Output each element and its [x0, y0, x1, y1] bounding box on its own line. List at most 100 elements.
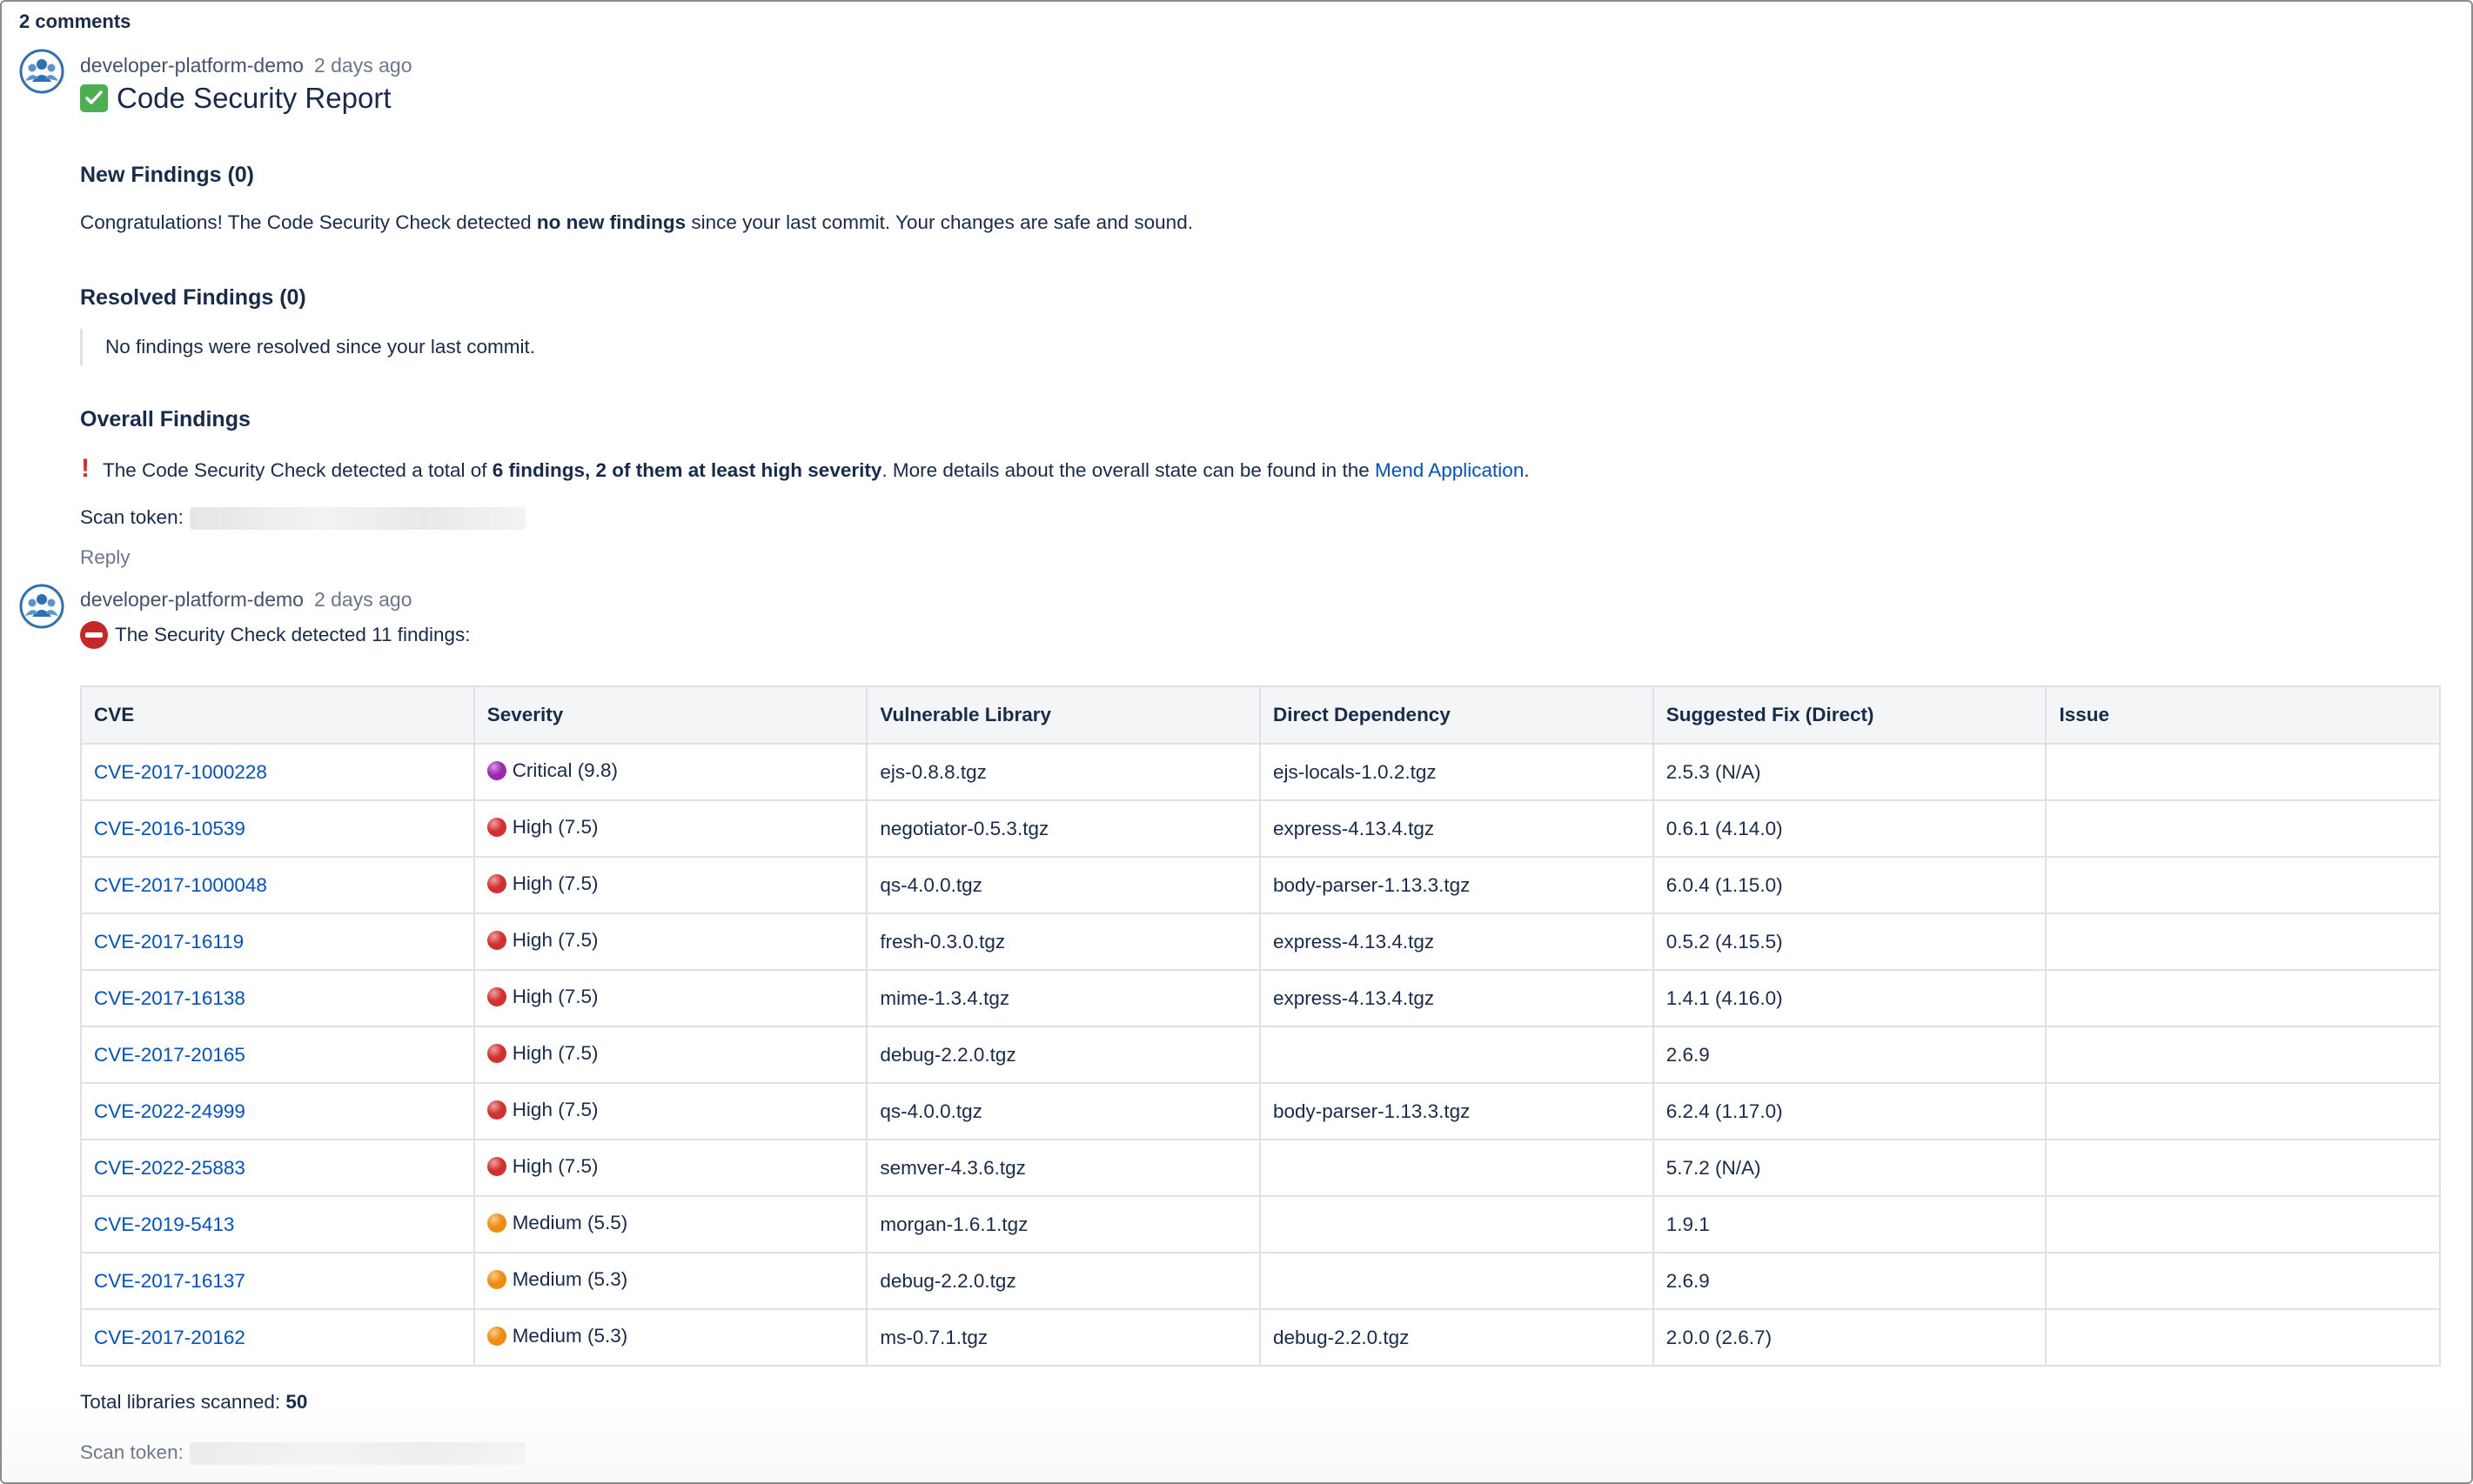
comment-author[interactable]: developer-platform-demo [80, 588, 304, 611]
cve-cell: CVE-2022-24999 [80, 1082, 475, 1140]
table-row: CVE-2017-1000048 High (7.5) qs-4.0.0.tgz bo… [80, 856, 2441, 914]
cve-link[interactable]: CVE-2017-16138 [94, 987, 245, 1009]
cve-link[interactable]: CVE-2017-16119 [94, 931, 244, 953]
scan-token-redacted [190, 507, 526, 530]
cve-cell: CVE-2017-1000048 [80, 856, 475, 914]
severity-cell: High (7.5) [472, 912, 868, 971]
comment-time[interactable]: 2 days ago [314, 54, 412, 77]
severity-badge: Medium (5.3) [486, 1324, 628, 1347]
issue-cell [2045, 969, 2441, 1027]
no-entry-icon [80, 621, 108, 649]
severity-badge: Medium (5.3) [486, 1268, 627, 1291]
severity-label: Critical (9.8) [512, 759, 618, 781]
issue-cell [2045, 743, 2441, 801]
cve-link[interactable]: CVE-2017-1000228 [94, 761, 267, 783]
report-title-text: Code Security Report [117, 82, 392, 114]
cve-cell: CVE-2017-20165 [80, 1026, 475, 1084]
vulnerable-library-cell: qs-4.0.0.tgz [866, 856, 1262, 914]
severity-badge: High (7.5) [486, 929, 598, 952]
report-title: Code Security Report [80, 82, 391, 115]
total-value: 50 [285, 1391, 308, 1413]
direct-dependency-cell: express-4.13.4.tgz [1259, 912, 1654, 971]
high-severity-dot-icon [486, 1156, 506, 1176]
critical-severity-dot-icon [486, 760, 506, 780]
column-header-issue: Issue [2045, 685, 2441, 745]
column-header-severity: Severity [472, 685, 868, 745]
scan-token-label: Scan token: [80, 1441, 184, 1463]
comment-meta: developer-platform-demo 2 days ago [80, 588, 412, 612]
overall-findings-heading: Overall Findings [80, 407, 251, 431]
check-mark-box-icon [80, 84, 108, 112]
suggested-fix-cell: 5.7.2 (N/A) [1652, 1139, 2047, 1197]
table-row: CVE-2017-20165 High (7.5) debug-2.2.0.tgz 2… [80, 1026, 2441, 1084]
severity-label: High (7.5) [512, 1098, 599, 1120]
overall-bold: 6 findings, 2 of them at least high seve… [492, 459, 882, 481]
direct-dependency-cell [1259, 1252, 1654, 1310]
direct-dependency-cell [1259, 1195, 1654, 1253]
table-row: CVE-2017-16137 Medium (5.3) debug-2.2.0.tg… [80, 1252, 2441, 1310]
cve-cell: CVE-2017-16137 [80, 1252, 475, 1310]
direct-dependency-cell: express-4.13.4.tgz [1259, 799, 1654, 858]
cve-link[interactable]: CVE-2022-25883 [94, 1157, 245, 1179]
direct-dependency-cell: ejs-locals-1.0.2.tgz [1259, 743, 1654, 801]
security-summary-text: The Security Check detected 11 findings: [115, 624, 471, 645]
resolved-findings-quote: No findings were resolved since your las… [80, 329, 535, 365]
overall-findings-text: ! The Code Security Check detected a tota… [80, 454, 1530, 484]
cve-link[interactable]: CVE-2022-24999 [94, 1100, 245, 1122]
table-row: CVE-2017-16119 High (7.5) fresh-0.3.0.tgz e… [80, 912, 2441, 971]
cve-link[interactable]: CVE-2017-20165 [94, 1044, 245, 1066]
suggested-fix-cell: 6.2.4 (1.17.0) [1652, 1082, 2047, 1140]
findings-table: CVE Severity Vulnerable Library Direct D… [80, 685, 2441, 1367]
cve-link[interactable]: CVE-2017-16137 [94, 1270, 245, 1292]
table-row: CVE-2017-1000228 Critical (9.8) ejs-0.8.8.… [80, 743, 2441, 801]
severity-badge: Critical (9.8) [486, 759, 618, 782]
overall-text-start: The Code Security Check detected a total… [103, 459, 493, 481]
exclamation-icon: ! [81, 454, 90, 483]
medium-severity-dot-icon [486, 1269, 506, 1289]
avatar-icon[interactable] [19, 584, 64, 629]
cve-cell: CVE-2017-20162 [80, 1308, 475, 1367]
scan-token-label: Scan token: [80, 506, 184, 528]
severity-cell: Medium (5.5) [472, 1195, 868, 1253]
security-summary: The Security Check detected 11 findings: [80, 621, 471, 649]
total-libraries-scanned: Total libraries scanned: 50 [80, 1391, 307, 1414]
high-severity-dot-icon [486, 1100, 506, 1120]
cve-link[interactable]: CVE-2016-10539 [94, 818, 245, 839]
table-row: CVE-2022-24999 High (7.5) qs-4.0.0.tgz body… [80, 1082, 2441, 1140]
suggested-fix-cell: 2.0.0 (2.6.7) [1652, 1308, 2047, 1367]
cve-link[interactable]: CVE-2019-5413 [94, 1213, 234, 1235]
cve-link[interactable]: CVE-2017-1000048 [94, 874, 267, 896]
high-severity-dot-icon [486, 930, 506, 950]
scan-token-redacted [190, 1442, 526, 1465]
severity-cell: High (7.5) [472, 799, 868, 858]
comment-author[interactable]: developer-platform-demo [80, 54, 304, 77]
table-row: CVE-2022-25883 High (7.5) semver-4.3.6.tgz… [80, 1139, 2441, 1197]
severity-badge: High (7.5) [486, 986, 598, 1008]
table-row: CVE-2016-10539 High (7.5) negotiator-0.5.3… [80, 799, 2441, 858]
severity-label: High (7.5) [512, 1041, 599, 1064]
vulnerable-library-cell: qs-4.0.0.tgz [866, 1082, 1262, 1140]
reply-button[interactable]: Reply [80, 546, 131, 569]
mend-application-link[interactable]: Mend Application [1375, 459, 1524, 481]
vulnerable-library-cell: ejs-0.8.8.tgz [866, 743, 1262, 801]
new-findings-text-end: since your last commit. Your changes are… [686, 211, 1193, 233]
vulnerable-library-cell: debug-2.2.0.tgz [866, 1026, 1262, 1084]
severity-cell: Medium (5.3) [472, 1252, 868, 1310]
vulnerable-library-cell: debug-2.2.0.tgz [866, 1252, 1262, 1310]
severity-label: Medium (5.3) [512, 1324, 628, 1347]
severity-label: High (7.5) [512, 1154, 599, 1177]
suggested-fix-cell: 6.0.4 (1.15.0) [1652, 856, 2047, 914]
issue-cell [2045, 1139, 2441, 1197]
column-header-suggested-fix: Suggested Fix (Direct) [1652, 685, 2047, 745]
direct-dependency-cell: express-4.13.4.tgz [1259, 969, 1654, 1027]
avatar-icon[interactable] [19, 49, 64, 94]
cve-link[interactable]: CVE-2017-20162 [94, 1327, 245, 1348]
comments-panel: 2 comments developer-platform-demo 2 days… [0, 0, 2473, 1484]
suggested-fix-cell: 2.6.9 [1652, 1252, 2047, 1310]
column-header-vulnerable-library: Vulnerable Library [866, 685, 1262, 745]
direct-dependency-cell [1259, 1139, 1654, 1197]
suggested-fix-cell: 1.4.1 (4.16.0) [1652, 969, 2047, 1027]
issue-cell [2045, 1308, 2441, 1367]
cve-cell: CVE-2019-5413 [80, 1195, 475, 1253]
comment-time[interactable]: 2 days ago [314, 588, 412, 611]
